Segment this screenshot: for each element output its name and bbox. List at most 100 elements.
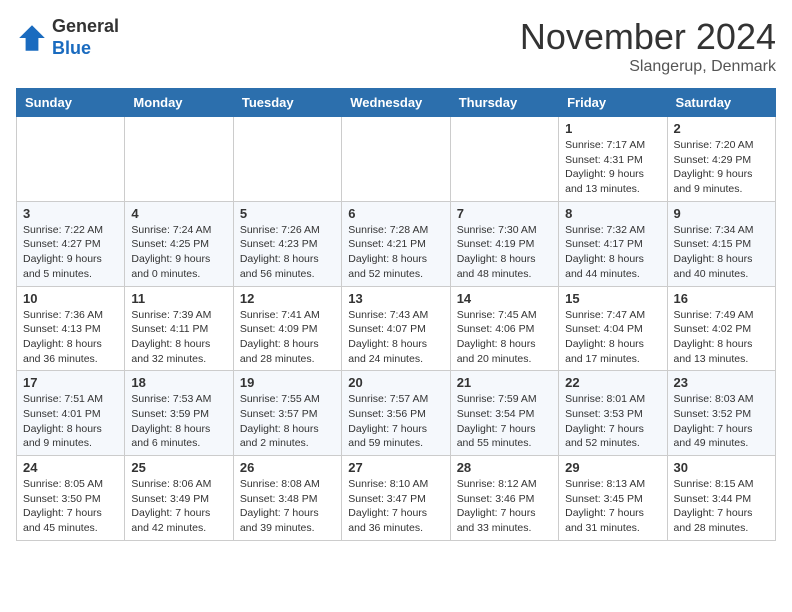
day-detail: Sunrise: 8:15 AMSunset: 3:44 PMDaylight:… [674, 477, 769, 536]
day-number: 13 [348, 291, 443, 306]
day-detail: Sunrise: 7:45 AMSunset: 4:06 PMDaylight:… [457, 308, 552, 367]
day-number: 7 [457, 206, 552, 221]
day-number: 1 [565, 121, 660, 136]
calendar-cell: 4 Sunrise: 7:24 AMSunset: 4:25 PMDaylight… [125, 201, 233, 286]
calendar-cell: 6 Sunrise: 7:28 AMSunset: 4:21 PMDaylight… [342, 201, 450, 286]
day-number: 15 [565, 291, 660, 306]
day-detail: Sunrise: 8:10 AMSunset: 3:47 PMDaylight:… [348, 477, 443, 536]
day-detail: Sunrise: 8:12 AMSunset: 3:46 PMDaylight:… [457, 477, 552, 536]
logo-icon [16, 22, 48, 54]
day-detail: Sunrise: 8:01 AMSunset: 3:53 PMDaylight:… [565, 392, 660, 451]
day-detail: Sunrise: 7:30 AMSunset: 4:19 PMDaylight:… [457, 223, 552, 282]
day-number: 23 [674, 375, 769, 390]
day-detail: Sunrise: 7:57 AMSunset: 3:56 PMDaylight:… [348, 392, 443, 451]
day-number: 10 [23, 291, 118, 306]
day-number: 16 [674, 291, 769, 306]
logo-general: General [52, 16, 119, 38]
day-detail: Sunrise: 7:39 AMSunset: 4:11 PMDaylight:… [131, 308, 226, 367]
day-detail: Sunrise: 7:26 AMSunset: 4:23 PMDaylight:… [240, 223, 335, 282]
day-detail: Sunrise: 7:28 AMSunset: 4:21 PMDaylight:… [348, 223, 443, 282]
calendar-cell [450, 117, 558, 202]
calendar-cell: 19 Sunrise: 7:55 AMSunset: 3:57 PMDayligh… [233, 371, 341, 456]
calendar-cell: 24Sunrise: 8:05 AMSunset: 3:50 PMDayligh… [17, 456, 125, 541]
calendar-cell: 20 Sunrise: 7:57 AMSunset: 3:56 PMDayligh… [342, 371, 450, 456]
calendar-cell: 21 Sunrise: 7:59 AMSunset: 3:54 PMDayligh… [450, 371, 558, 456]
title-area: November 2024 Slangerup, Denmark [520, 16, 776, 76]
calendar-week-row: 17Sunrise: 7:51 AMSunset: 4:01 PMDayligh… [17, 371, 776, 456]
day-number: 9 [674, 206, 769, 221]
day-detail: Sunrise: 8:06 AMSunset: 3:49 PMDaylight:… [131, 477, 226, 536]
calendar-cell: 27 Sunrise: 8:10 AMSunset: 3:47 PMDayligh… [342, 456, 450, 541]
day-number: 27 [348, 460, 443, 475]
day-detail: Sunrise: 7:55 AMSunset: 3:57 PMDaylight:… [240, 392, 335, 451]
day-number: 21 [457, 375, 552, 390]
day-detail: Sunrise: 7:22 AMSunset: 4:27 PMDaylight:… [23, 223, 118, 282]
day-detail: Sunrise: 8:03 AMSunset: 3:52 PMDaylight:… [674, 392, 769, 451]
logo-text: General Blue [52, 16, 119, 59]
calendar-cell: 11 Sunrise: 7:39 AMSunset: 4:11 PMDayligh… [125, 286, 233, 371]
calendar-cell [342, 117, 450, 202]
logo: General Blue [16, 16, 119, 59]
weekday-header: Sunday [17, 89, 125, 117]
day-detail: Sunrise: 7:53 AMSunset: 3:59 PMDaylight:… [131, 392, 226, 451]
day-detail: Sunrise: 7:36 AMSunset: 4:13 PMDaylight:… [23, 308, 118, 367]
calendar-cell: 26Sunrise: 8:08 AMSunset: 3:48 PMDayligh… [233, 456, 341, 541]
day-number: 6 [348, 206, 443, 221]
calendar-cell: 7 Sunrise: 7:30 AMSunset: 4:19 PMDaylight… [450, 201, 558, 286]
calendar-cell: 15 Sunrise: 7:47 AMSunset: 4:04 PMDayligh… [559, 286, 667, 371]
day-number: 19 [240, 375, 335, 390]
day-number: 29 [565, 460, 660, 475]
day-detail: Sunrise: 7:32 AMSunset: 4:17 PMDaylight:… [565, 223, 660, 282]
calendar-week-row: 1 Sunrise: 7:17 AMSunset: 4:31 PMDaylight… [17, 117, 776, 202]
day-detail: Sunrise: 8:05 AMSunset: 3:50 PMDaylight:… [23, 477, 118, 536]
day-number: 8 [565, 206, 660, 221]
weekday-header: Saturday [667, 89, 775, 117]
day-number: 11 [131, 291, 226, 306]
day-number: 2 [674, 121, 769, 136]
day-detail: Sunrise: 7:47 AMSunset: 4:04 PMDaylight:… [565, 308, 660, 367]
calendar-cell [17, 117, 125, 202]
month-title: November 2024 [520, 16, 776, 58]
calendar-header-row: SundayMondayTuesdayWednesdayThursdayFrid… [17, 89, 776, 117]
calendar-cell: 16Sunrise: 7:49 AMSunset: 4:02 PMDayligh… [667, 286, 775, 371]
calendar-cell: 13Sunrise: 7:43 AMSunset: 4:07 PMDayligh… [342, 286, 450, 371]
weekday-header: Friday [559, 89, 667, 117]
weekday-header: Monday [125, 89, 233, 117]
calendar-cell: 14Sunrise: 7:45 AMSunset: 4:06 PMDayligh… [450, 286, 558, 371]
weekday-header: Tuesday [233, 89, 341, 117]
weekday-header: Thursday [450, 89, 558, 117]
calendar-cell: 17Sunrise: 7:51 AMSunset: 4:01 PMDayligh… [17, 371, 125, 456]
day-detail: Sunrise: 7:34 AMSunset: 4:15 PMDaylight:… [674, 223, 769, 282]
day-detail: Sunrise: 7:20 AMSunset: 4:29 PMDaylight:… [674, 138, 769, 197]
day-number: 5 [240, 206, 335, 221]
logo-blue: Blue [52, 38, 119, 60]
day-number: 22 [565, 375, 660, 390]
day-number: 17 [23, 375, 118, 390]
calendar-cell: 5 Sunrise: 7:26 AMSunset: 4:23 PMDaylight… [233, 201, 341, 286]
calendar-week-row: 3 Sunrise: 7:22 AMSunset: 4:27 PMDaylight… [17, 201, 776, 286]
calendar-cell: 28Sunrise: 8:12 AMSunset: 3:46 PMDayligh… [450, 456, 558, 541]
weekday-header: Wednesday [342, 89, 450, 117]
calendar-cell: 25Sunrise: 8:06 AMSunset: 3:49 PMDayligh… [125, 456, 233, 541]
day-detail: Sunrise: 7:41 AMSunset: 4:09 PMDaylight:… [240, 308, 335, 367]
day-detail: Sunrise: 7:17 AMSunset: 4:31 PMDaylight:… [565, 138, 660, 197]
calendar-cell: 23 Sunrise: 8:03 AMSunset: 3:52 PMDayligh… [667, 371, 775, 456]
calendar-cell: 29 Sunrise: 8:13 AMSunset: 3:45 PMDayligh… [559, 456, 667, 541]
calendar-table: SundayMondayTuesdayWednesdayThursdayFrid… [16, 88, 776, 541]
calendar-cell: 2 Sunrise: 7:20 AMSunset: 4:29 PMDaylight… [667, 117, 775, 202]
calendar-cell [125, 117, 233, 202]
calendar-cell: 9 Sunrise: 7:34 AMSunset: 4:15 PMDaylight… [667, 201, 775, 286]
calendar-cell: 3 Sunrise: 7:22 AMSunset: 4:27 PMDaylight… [17, 201, 125, 286]
day-detail: Sunrise: 8:13 AMSunset: 3:45 PMDaylight:… [565, 477, 660, 536]
day-number: 18 [131, 375, 226, 390]
calendar-cell: 10 Sunrise: 7:36 AMSunset: 4:13 PMDayligh… [17, 286, 125, 371]
day-detail: Sunrise: 8:08 AMSunset: 3:48 PMDaylight:… [240, 477, 335, 536]
day-number: 4 [131, 206, 226, 221]
calendar-cell: 1 Sunrise: 7:17 AMSunset: 4:31 PMDaylight… [559, 117, 667, 202]
day-number: 20 [348, 375, 443, 390]
calendar-cell: 30Sunrise: 8:15 AMSunset: 3:44 PMDayligh… [667, 456, 775, 541]
day-detail: Sunrise: 7:59 AMSunset: 3:54 PMDaylight:… [457, 392, 552, 451]
day-number: 12 [240, 291, 335, 306]
day-number: 3 [23, 206, 118, 221]
day-detail: Sunrise: 7:24 AMSunset: 4:25 PMDaylight:… [131, 223, 226, 282]
